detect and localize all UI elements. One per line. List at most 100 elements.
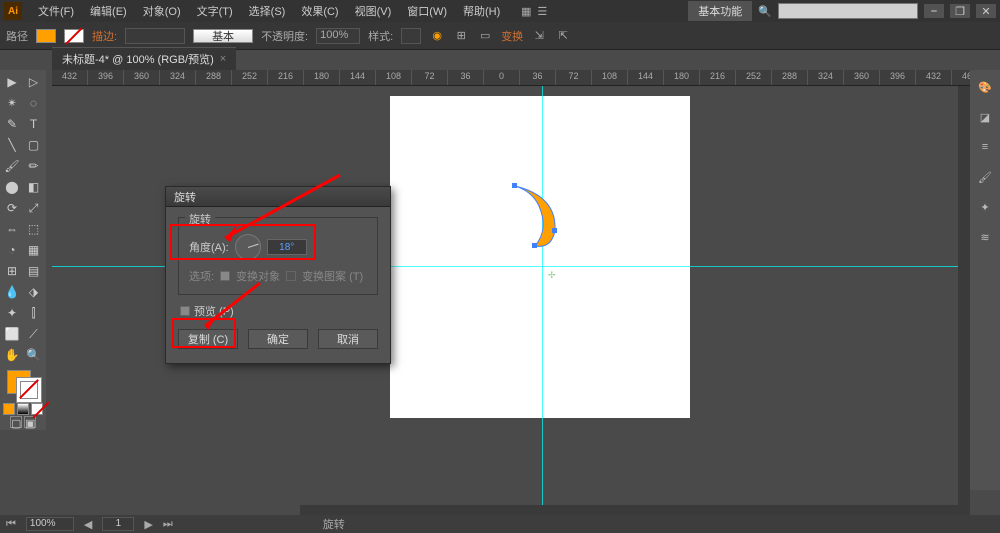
window-maximize[interactable]: ❐ bbox=[950, 4, 970, 18]
rotate-tool[interactable]: ⟳ bbox=[2, 198, 22, 218]
eyedropper-tool[interactable]: 💧 bbox=[2, 282, 22, 302]
zoom-tool[interactable]: 🔍 bbox=[24, 345, 44, 365]
bridge-icon[interactable]: ▦ bbox=[518, 3, 534, 19]
menu-type[interactable]: 文字(T) bbox=[191, 1, 239, 21]
window-close[interactable]: ✕ bbox=[976, 4, 996, 18]
hand-tool[interactable]: ✋ bbox=[2, 345, 22, 365]
rotation-center-marker: ✢ bbox=[548, 270, 556, 281]
blob-brush-tool[interactable]: ⬤ bbox=[2, 177, 22, 197]
app-logo: Ai bbox=[4, 2, 22, 20]
selection-tool[interactable]: ▶ bbox=[2, 72, 22, 92]
transform-objects-checkbox[interactable] bbox=[220, 271, 230, 281]
fill-swatch[interactable] bbox=[36, 29, 56, 43]
menu-effect[interactable]: 效果(C) bbox=[295, 1, 344, 21]
angle-dial[interactable] bbox=[235, 234, 261, 260]
artboard-tool[interactable]: ⬜ bbox=[2, 324, 22, 344]
ruler-tick: 144 bbox=[340, 70, 376, 85]
fill-stroke-control[interactable] bbox=[2, 366, 44, 402]
lasso-tool[interactable]: ◌ bbox=[24, 93, 44, 113]
pencil-tool[interactable]: ✏ bbox=[24, 156, 44, 176]
perspective-tool[interactable]: ▦ bbox=[24, 240, 44, 260]
symbol-sprayer-tool[interactable]: ✦ bbox=[2, 303, 22, 323]
ruler-tick: 432 bbox=[52, 70, 88, 85]
menu-file[interactable]: 文件(F) bbox=[32, 1, 80, 21]
ruler-tick: 360 bbox=[124, 70, 160, 85]
slice-tool[interactable]: ⟋ bbox=[24, 324, 44, 344]
window-minimize[interactable]: ⎯ bbox=[924, 4, 944, 18]
scrollbar-horizontal[interactable] bbox=[300, 505, 970, 515]
transform-patterns-label: 变换图案 (T) bbox=[302, 268, 363, 284]
eraser-tool[interactable]: ◧ bbox=[24, 177, 44, 197]
color-mode-row bbox=[2, 403, 44, 415]
menu-select[interactable]: 选择(S) bbox=[243, 1, 292, 21]
brushes-panel-icon[interactable]: 🖌 bbox=[974, 166, 996, 188]
document-tab[interactable]: 未标题-4* @ 100% (RGB/预览) × bbox=[52, 47, 236, 70]
search-input[interactable] bbox=[778, 3, 918, 19]
selected-crescent-shape[interactable] bbox=[507, 181, 562, 251]
graph-tool[interactable]: ⫿ bbox=[24, 303, 44, 323]
nav-prev-icon[interactable]: ◀ bbox=[84, 518, 92, 531]
color-mode-solid[interactable] bbox=[3, 403, 15, 415]
opacity-input[interactable]: 100% bbox=[316, 28, 360, 44]
gradient-tool[interactable]: ▤ bbox=[24, 261, 44, 281]
menu-view[interactable]: 视图(V) bbox=[349, 1, 398, 21]
menu-help[interactable]: 帮助(H) bbox=[457, 1, 506, 21]
rectangle-tool[interactable]: ▢ bbox=[24, 135, 44, 155]
type-tool[interactable]: T bbox=[24, 114, 44, 134]
stroke-weight-input[interactable] bbox=[125, 28, 185, 44]
width-tool[interactable]: ⇔ bbox=[2, 219, 22, 239]
color-panel-icon[interactable]: 🎨 bbox=[974, 76, 996, 98]
color-mode-none[interactable] bbox=[31, 403, 43, 415]
guide-vertical[interactable] bbox=[542, 86, 543, 505]
recolor-icon[interactable]: ◉ bbox=[429, 28, 445, 44]
magic-wand-tool[interactable]: ✴ bbox=[2, 93, 22, 113]
scrollbar-vertical[interactable] bbox=[958, 86, 970, 505]
line-tool[interactable]: ╲ bbox=[2, 135, 22, 155]
transform-label[interactable]: 变换 bbox=[501, 28, 523, 44]
ruler-tick: 180 bbox=[664, 70, 700, 85]
isolate-icon[interactable]: ⇲ bbox=[531, 28, 547, 44]
artboard-number[interactable]: 1 bbox=[102, 517, 134, 531]
copy-button[interactable]: 复制 (C) bbox=[178, 329, 238, 349]
nav-next-icon[interactable]: ▶ bbox=[144, 518, 152, 531]
close-icon[interactable]: × bbox=[220, 53, 226, 65]
swatches-panel-icon[interactable]: ◪ bbox=[974, 106, 996, 128]
status-tool-label: 旋转 bbox=[323, 516, 345, 532]
dialog-title[interactable]: 旋转 bbox=[166, 187, 390, 207]
color-mode-gradient[interactable] bbox=[17, 403, 29, 415]
shape-icon[interactable]: ▭ bbox=[477, 28, 493, 44]
direct-selection-tool[interactable]: ▷ bbox=[24, 72, 44, 92]
arrange-icon[interactable]: ☰ bbox=[534, 3, 550, 19]
screen-mode-normal[interactable]: ▢ bbox=[10, 416, 22, 428]
nav-first-icon[interactable]: ⏮ bbox=[6, 518, 16, 531]
angle-input[interactable] bbox=[267, 239, 307, 255]
free-transform-tool[interactable]: ⬚ bbox=[24, 219, 44, 239]
transform-patterns-checkbox[interactable] bbox=[286, 271, 296, 281]
stroke-swatch[interactable] bbox=[64, 29, 84, 43]
stroke-style-dropdown[interactable]: 基本 bbox=[193, 29, 253, 43]
stroke-color[interactable] bbox=[17, 378, 41, 402]
menu-window[interactable]: 窗口(W) bbox=[401, 1, 453, 21]
zoom-input[interactable]: 100% bbox=[26, 517, 74, 531]
stroke-panel-icon[interactable]: ≡ bbox=[974, 136, 996, 158]
ruler-tick: 108 bbox=[376, 70, 412, 85]
blend-tool[interactable]: ⬗ bbox=[24, 282, 44, 302]
scale-tool[interactable]: ⤢ bbox=[24, 198, 44, 218]
ruler-tick: 36 bbox=[448, 70, 484, 85]
cancel-button[interactable]: 取消 bbox=[318, 329, 378, 349]
edit-icon[interactable]: ⇱ bbox=[555, 28, 571, 44]
symbols-panel-icon[interactable]: ✦ bbox=[974, 196, 996, 218]
paintbrush-tool[interactable]: 🖌 bbox=[2, 156, 22, 176]
align-icon[interactable]: ⊞ bbox=[453, 28, 469, 44]
graphic-style-dropdown[interactable] bbox=[401, 28, 421, 44]
layers-panel-icon[interactable]: ≋ bbox=[974, 226, 996, 248]
workspace-switcher[interactable]: 基本功能 bbox=[688, 1, 752, 21]
ok-button[interactable]: 确定 bbox=[248, 329, 308, 349]
nav-last-icon[interactable]: ⏭ bbox=[163, 518, 173, 531]
shape-builder-tool[interactable]: ◔ bbox=[2, 240, 22, 260]
pen-tool[interactable]: ✎ bbox=[2, 114, 22, 134]
menu-object[interactable]: 对象(O) bbox=[137, 1, 187, 21]
preview-checkbox[interactable] bbox=[180, 306, 190, 316]
menu-edit[interactable]: 编辑(E) bbox=[84, 1, 133, 21]
mesh-tool[interactable]: ⊞ bbox=[2, 261, 22, 281]
